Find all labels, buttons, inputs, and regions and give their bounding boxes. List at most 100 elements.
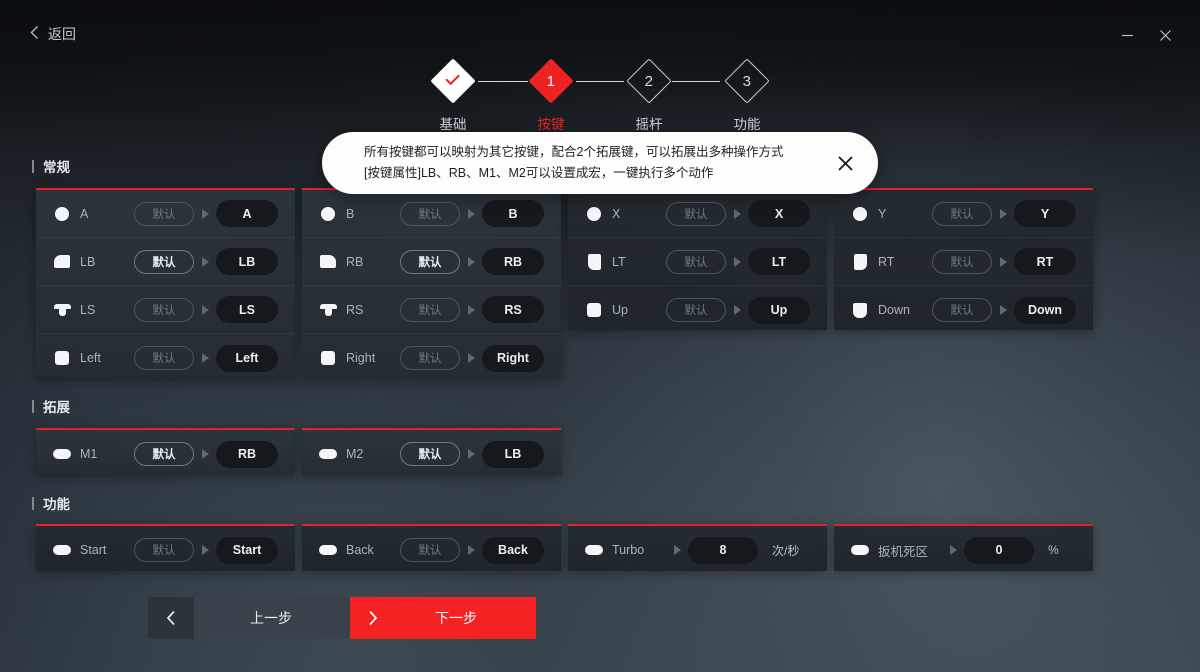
mapped-value-button[interactable]: A [216,200,278,227]
mapping-row[interactable]: B 默认 B [302,190,561,238]
default-button[interactable]: 默认 [932,298,992,322]
mapped-value-button[interactable]: RT [1014,248,1076,275]
mapped-value-button[interactable]: Left [216,344,278,372]
arrow-right-icon [194,545,216,555]
mapping-row-label: Y [878,206,887,221]
mapping-row[interactable]: A 默认 A [36,190,295,238]
trigger-lt-icon [582,253,606,270]
close-icon [837,155,853,171]
tooltip-close-button[interactable] [830,148,860,178]
start-key-icon [50,545,74,555]
mapped-value-button[interactable]: LB [216,248,278,275]
default-button[interactable]: 默认 [134,297,194,322]
stepper-step-buttons[interactable]: 1 按键 [502,58,600,133]
mapped-value-button[interactable]: RB [216,440,278,468]
function-panel-trigger-deadzone: 扳机死区 0 % [834,524,1093,571]
arrow-right-icon [726,305,748,315]
default-button[interactable]: 默认 [932,201,992,226]
next-step-button[interactable]: 下一步 [350,597,536,639]
default-button[interactable]: 默认 [134,201,194,226]
arrow-right-icon [726,208,748,219]
mapping-row[interactable]: RS 默认 RS [302,286,561,334]
default-button[interactable]: 默认 [666,249,726,274]
minimize-icon [1121,34,1133,36]
mapping-row[interactable]: Down 默认 Down [834,286,1093,334]
default-button[interactable]: 默认 [134,442,194,466]
mapping-row-label: Down [878,303,910,317]
function-panel-turbo: Turbo 8 次/秒 [568,524,827,571]
mapped-value-button[interactable]: B [482,200,544,227]
mapped-value-button[interactable]: Down [1014,296,1076,324]
dpad-up-icon [582,303,606,317]
default-button[interactable]: 默认 [666,298,726,322]
mapping-row[interactable]: M2 默认 LB [302,430,561,478]
stepper-step-sticks[interactable]: 2 摇杆 [600,58,698,133]
mapping-row[interactable]: Up 默认 Up [568,286,827,334]
turbo-value-input[interactable]: 8 [688,536,758,564]
extension-panel-m1: M1 默认 RB [36,428,295,475]
turbo-icon [582,545,606,555]
mapping-row[interactable]: LS 默认 LS [36,286,295,334]
close-window-button[interactable] [1152,22,1178,48]
arrow-right-icon [460,545,482,555]
arrow-right-icon [992,256,1014,267]
default-button[interactable]: 默认 [400,201,460,226]
default-button[interactable]: 默认 [666,201,726,226]
mapped-value-button[interactable]: Right [482,344,544,372]
mapping-row[interactable]: Y 默认 Y [834,190,1093,238]
mapped-value-button[interactable]: RS [482,296,544,323]
mapping-row-label: RB [346,254,364,269]
mapping-row[interactable]: RB 默认 RB [302,238,561,286]
mapping-row[interactable]: Start 默认 Start [36,526,295,574]
arrow-right-icon [194,449,216,459]
trigger-rt-icon [848,253,872,270]
default-button[interactable]: 默认 [400,297,460,322]
mapped-value-button[interactable]: LS [216,296,278,323]
stepper-step-basic[interactable]: 基础 [404,58,502,133]
stepper-step-functions[interactable]: 3 功能 [698,58,796,133]
default-button[interactable]: 默认 [134,538,194,562]
minimize-button[interactable] [1114,22,1140,48]
mapped-value-button[interactable]: Back [482,536,544,564]
default-button[interactable]: 默认 [400,442,460,466]
mapped-value-button[interactable]: Y [1014,200,1076,227]
numeric-row[interactable]: Turbo 8 次/秒 [568,526,827,574]
mapping-row[interactable]: LB 默认 LB [36,238,295,286]
mapping-row[interactable]: Back 默认 Back [302,526,561,574]
section-title-function: 功能 [32,493,70,513]
section-title-general: 常规 [32,156,70,176]
mapping-row-label: RS [346,302,364,317]
default-button[interactable]: 默认 [400,249,460,274]
default-button[interactable]: 默认 [134,249,194,274]
mapping-row-label: M1 [80,447,98,461]
mapped-value-button[interactable]: LB [482,440,544,468]
stepper-label-functions: 功能 [733,117,761,132]
default-button[interactable]: 默认 [400,346,460,370]
info-tooltip-text: 所有按键都可以映射为其它按键，配合2个拓展键，可以拓展出多种操作方式 [按键属性… [364,142,822,183]
mapped-value-button[interactable]: RB [482,248,544,275]
arrow-right-icon [194,304,216,315]
default-button[interactable]: 默认 [932,249,992,274]
mapping-row[interactable]: X 默认 X [568,190,827,238]
mapping-row[interactable]: Right 默认 Right [302,334,561,382]
mapping-row[interactable]: LT 默认 LT [568,238,827,286]
arrow-right-icon [460,353,482,363]
bumper-rb-icon [316,255,340,268]
mapping-row-label: Right [346,351,376,365]
deadzone-value-input[interactable]: 0 [964,536,1034,564]
mapping-row[interactable]: M1 默认 RB [36,430,295,478]
default-button[interactable]: 默认 [134,346,194,370]
mapped-value-button[interactable]: LT [748,248,810,275]
default-button[interactable]: 默认 [400,538,460,562]
mapping-row[interactable]: RT 默认 RT [834,238,1093,286]
mapped-value-button[interactable]: X [748,200,810,227]
arrow-right-icon [992,208,1014,219]
stepper-label-basic: 基础 [439,117,467,132]
back-button[interactable]: 返回 [30,24,76,44]
mapped-value-button[interactable]: Up [748,296,810,324]
mapping-row[interactable]: Left 默认 Left [36,334,295,382]
previous-step-button[interactable]: 上一步 [148,597,368,639]
numeric-row[interactable]: 扳机死区 0 % [834,526,1093,574]
mapping-row-label: A [80,206,89,221]
mapped-value-button[interactable]: Start [216,536,278,564]
